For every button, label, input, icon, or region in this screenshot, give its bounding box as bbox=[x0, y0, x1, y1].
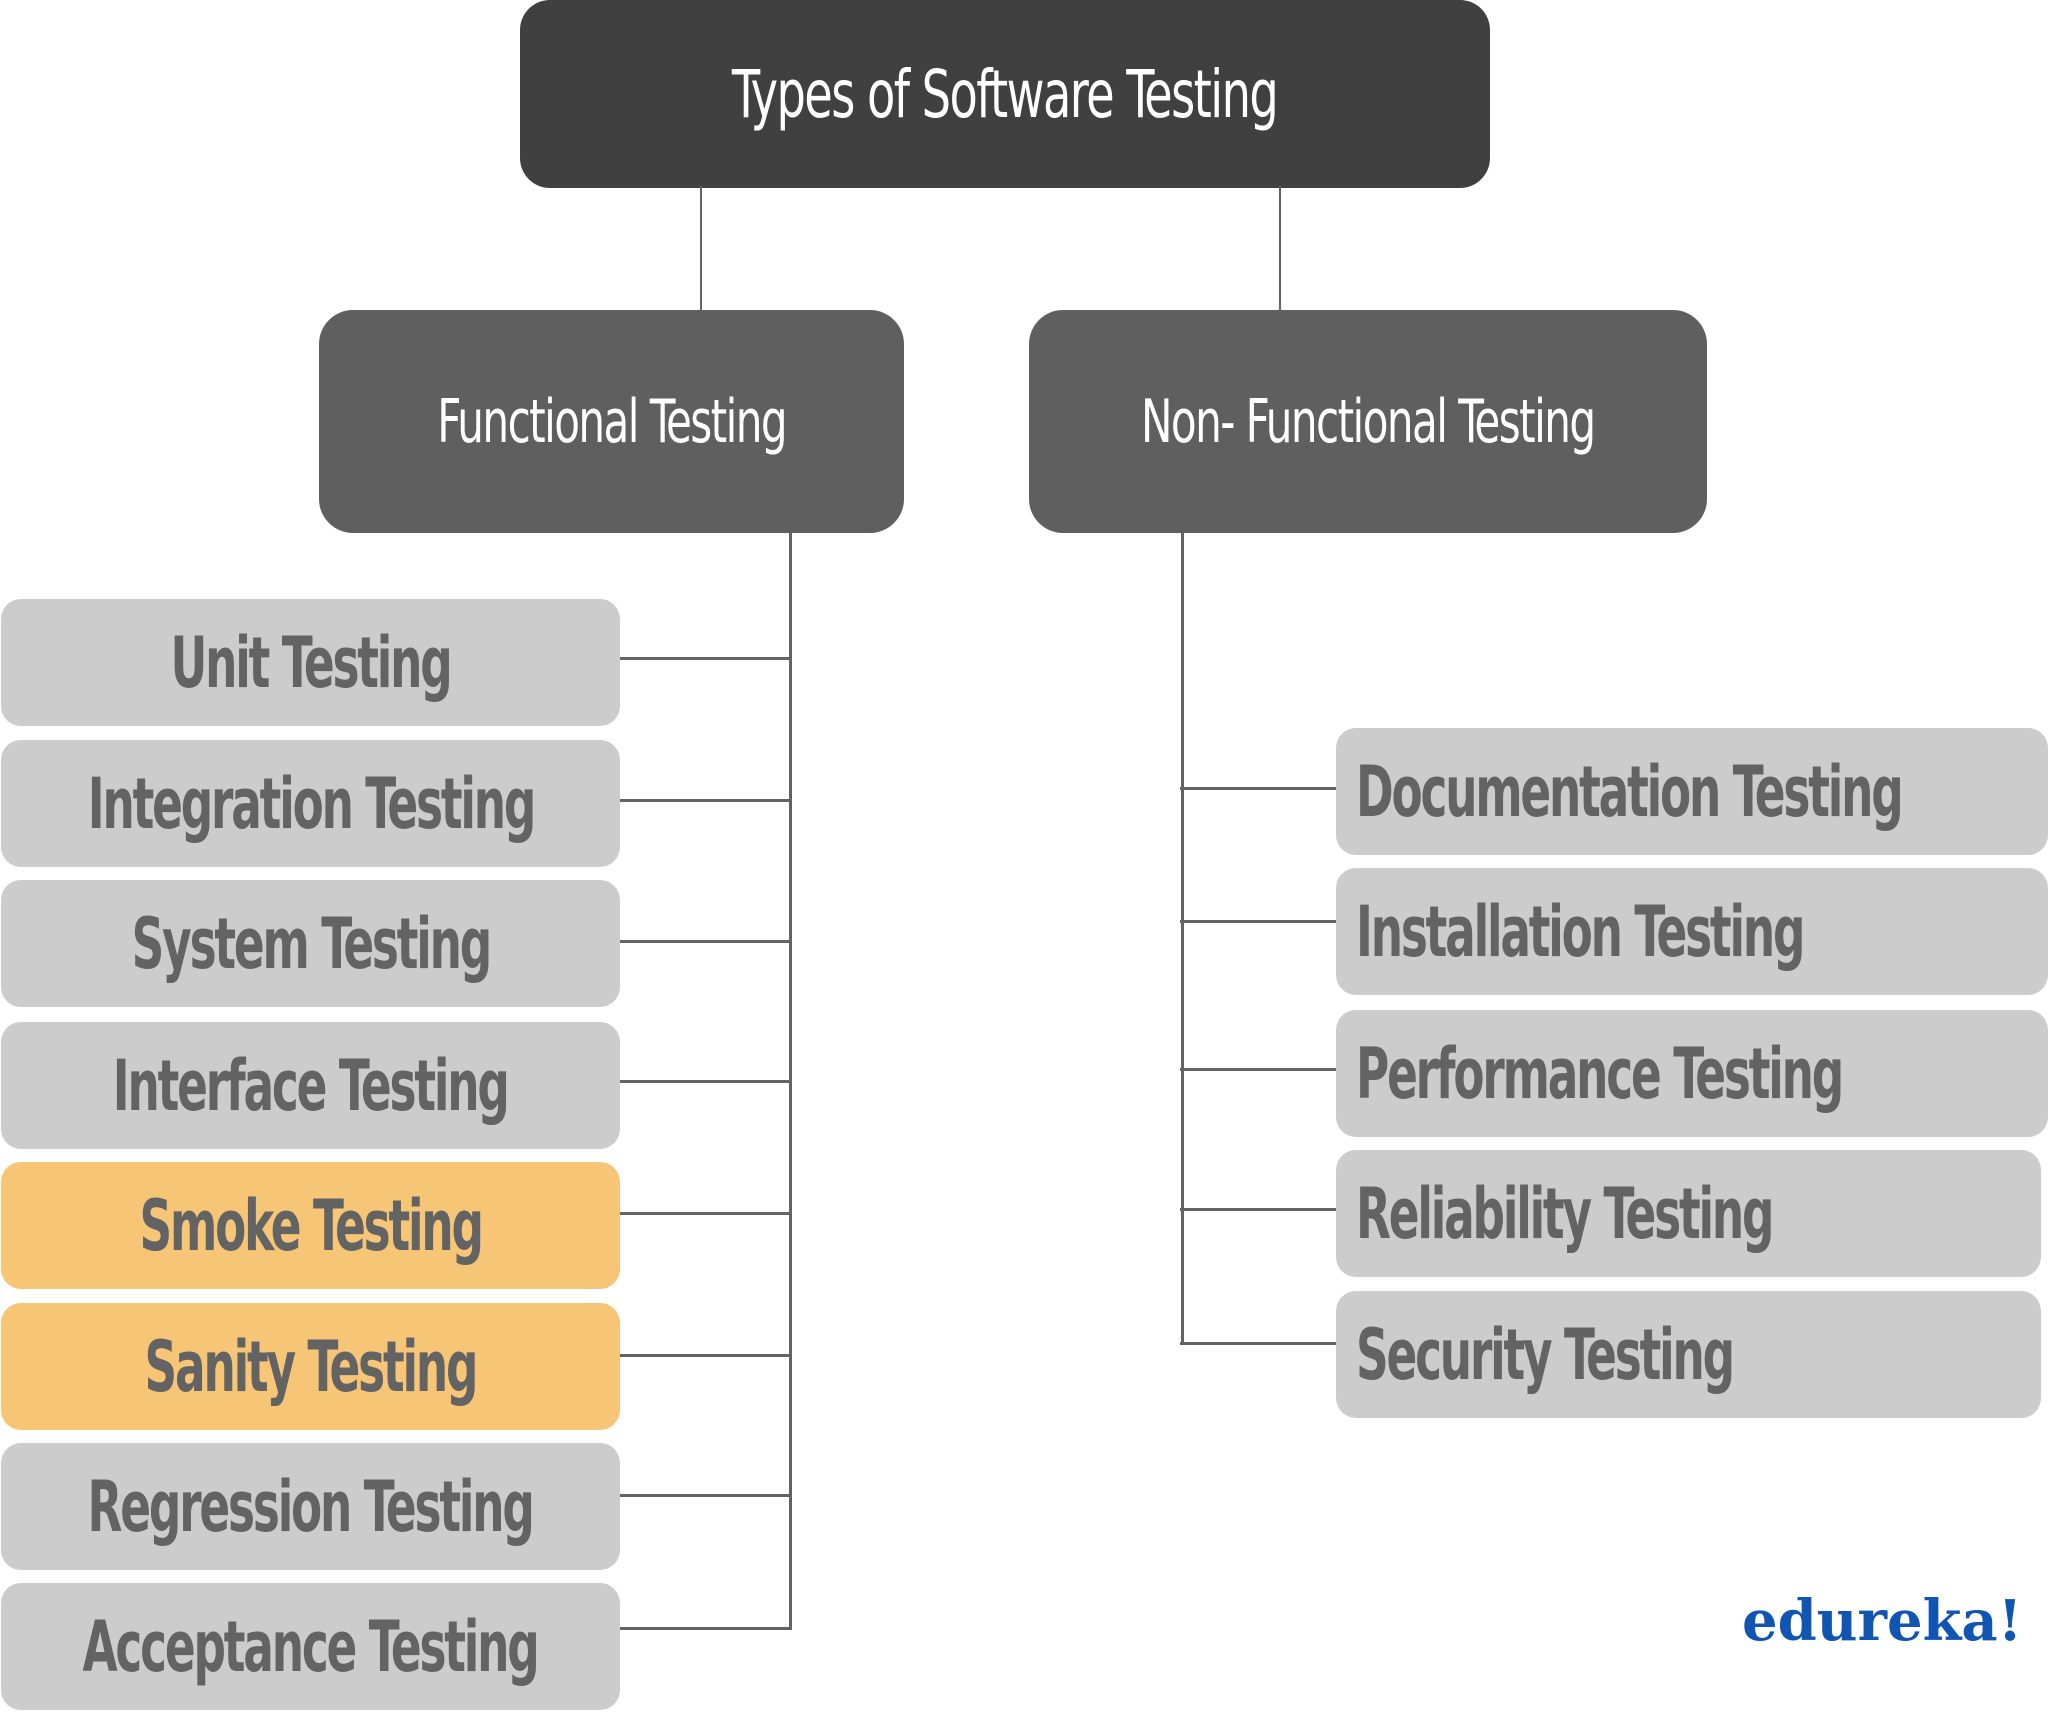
non-functional-branch-connector bbox=[1180, 1208, 1336, 1211]
connector-root-nonfunctional bbox=[1279, 186, 1281, 312]
functional-item-regression-testing: Regression Testing bbox=[1, 1443, 620, 1570]
non-functional-item-reliability-testing: Reliability Testing bbox=[1336, 1150, 2041, 1277]
connector-root-functional bbox=[700, 186, 702, 312]
category-functional: Functional Testing bbox=[319, 310, 904, 533]
leaf-label: Sanity Testing bbox=[144, 1325, 479, 1408]
leaf-label: Documentation Testing bbox=[1356, 750, 1904, 833]
leaf-label: Security Testing bbox=[1356, 1313, 1735, 1396]
functional-item-smoke-testing: Smoke Testing bbox=[1, 1162, 620, 1289]
non-functional-branch-connector bbox=[1180, 920, 1336, 923]
leaf-label: Reliability Testing bbox=[1356, 1172, 1774, 1255]
functional-branch-connector bbox=[620, 1494, 791, 1497]
functional-branch-connector bbox=[620, 1212, 791, 1215]
leaf-label: Performance Testing bbox=[1356, 1032, 1844, 1115]
root-title: Types of Software Testing bbox=[732, 55, 1279, 133]
non-functional-branch-connector bbox=[1180, 1342, 1336, 1345]
leaf-label: Acceptance Testing bbox=[82, 1605, 540, 1688]
functional-branch-connector bbox=[620, 657, 791, 660]
leaf-label: Integration Testing bbox=[87, 762, 536, 845]
functional-item-system-testing: System Testing bbox=[1, 880, 620, 1007]
functional-branch-connector bbox=[620, 1354, 791, 1357]
edureka-logo: edureka! bbox=[1742, 1588, 2023, 1654]
leaf-label: System Testing bbox=[131, 902, 492, 985]
functional-branch-connector bbox=[620, 940, 791, 943]
functional-branch-connector bbox=[620, 1627, 791, 1630]
non-functional-branch-connector bbox=[1180, 787, 1336, 790]
root-node: Types of Software Testing bbox=[520, 0, 1490, 188]
non-functional-item-performance-testing: Performance Testing bbox=[1336, 1010, 2048, 1137]
functional-branch-connector bbox=[620, 1080, 791, 1083]
functional-branch-connector bbox=[620, 799, 791, 802]
non-functional-branch-connector bbox=[1180, 1068, 1336, 1071]
leaf-label: Regression Testing bbox=[87, 1465, 535, 1548]
category-non-functional-label: Non- Functional Testing bbox=[1141, 386, 1596, 457]
leaf-label: Interface Testing bbox=[113, 1044, 510, 1127]
functional-item-acceptance-testing: Acceptance Testing bbox=[1, 1583, 620, 1710]
functional-item-unit-testing: Unit Testing bbox=[1, 599, 620, 726]
functional-item-interface-testing: Interface Testing bbox=[1, 1022, 620, 1149]
non-functional-item-documentation-testing: Documentation Testing bbox=[1336, 728, 2048, 855]
functional-item-sanity-testing: Sanity Testing bbox=[1, 1303, 620, 1430]
leaf-label: Installation Testing bbox=[1356, 890, 1805, 973]
category-functional-label: Functional Testing bbox=[437, 386, 787, 457]
leaf-label: Smoke Testing bbox=[139, 1184, 483, 1267]
category-non-functional: Non- Functional Testing bbox=[1029, 310, 1707, 533]
functional-item-integration-testing: Integration Testing bbox=[1, 740, 620, 867]
non-functional-item-security-testing: Security Testing bbox=[1336, 1291, 2041, 1418]
leaf-label: Unit Testing bbox=[170, 621, 452, 704]
non-functional-item-installation-testing: Installation Testing bbox=[1336, 868, 2048, 995]
non-functional-trunk bbox=[1181, 533, 1184, 1345]
